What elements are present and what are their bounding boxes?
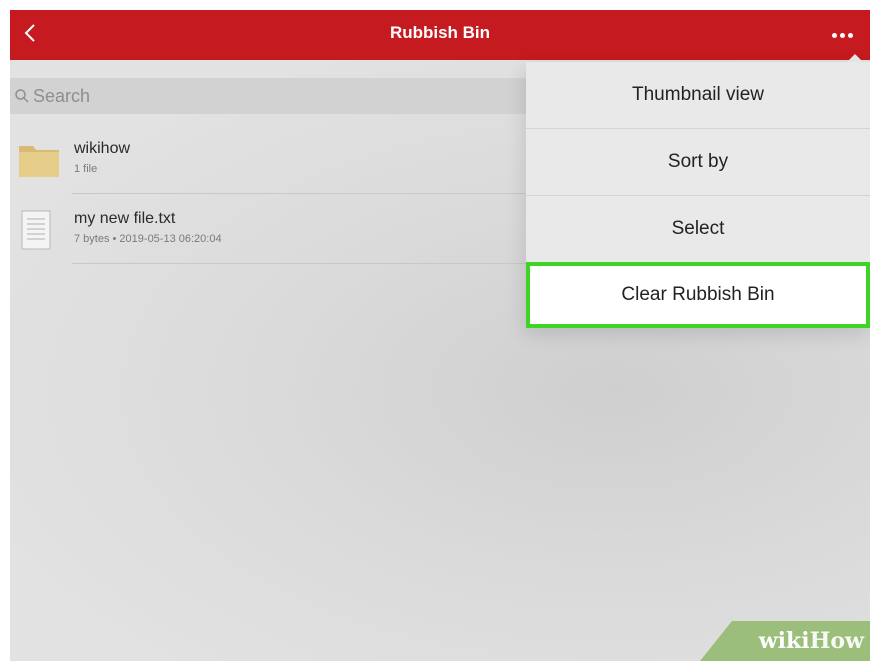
search-placeholder: Search (33, 85, 91, 106)
watermark-wiki: wiki (758, 628, 810, 654)
file-row-folder[interactable]: wikihow 1 file (10, 126, 550, 194)
menu-item-clear-rubbish-bin[interactable]: Clear Rubbish Bin (526, 262, 870, 328)
more-dots-icon (831, 32, 837, 38)
text-file-icon (18, 210, 54, 255)
more-dot (847, 32, 853, 38)
menu-item-sort-by[interactable]: Sort by (526, 129, 870, 196)
file-meta: 7 bytes • 2019-05-13 06:20:04 (74, 233, 222, 245)
search-icon (15, 89, 29, 103)
top-navigation-bar: Rubbish Bin (10, 10, 870, 60)
more-dot (839, 32, 845, 38)
more-options-button[interactable] (820, 10, 864, 60)
file-name: wikihow (74, 140, 131, 157)
file-name: my new file.txt (74, 210, 176, 227)
row-divider (72, 263, 550, 264)
file-meta: 1 file (74, 163, 98, 175)
menu-item-thumbnail-view[interactable]: Thumbnail view (526, 62, 870, 129)
page-title: Rubbish Bin (389, 23, 491, 42)
menu-item-select[interactable]: Select (526, 196, 870, 263)
search-bar[interactable]: Search (10, 78, 550, 114)
app-screen: Rubbish Bin Search wikihow 1 file my new… (10, 10, 870, 661)
file-row-text-file[interactable]: my new file.txt 7 bytes • 2019-05-13 06:… (10, 196, 550, 264)
options-popover-menu: Thumbnail view Sort by Select Clear Rubb… (526, 62, 870, 328)
watermark-how: How (809, 628, 864, 654)
folder-icon (18, 140, 60, 183)
row-divider (72, 193, 550, 194)
